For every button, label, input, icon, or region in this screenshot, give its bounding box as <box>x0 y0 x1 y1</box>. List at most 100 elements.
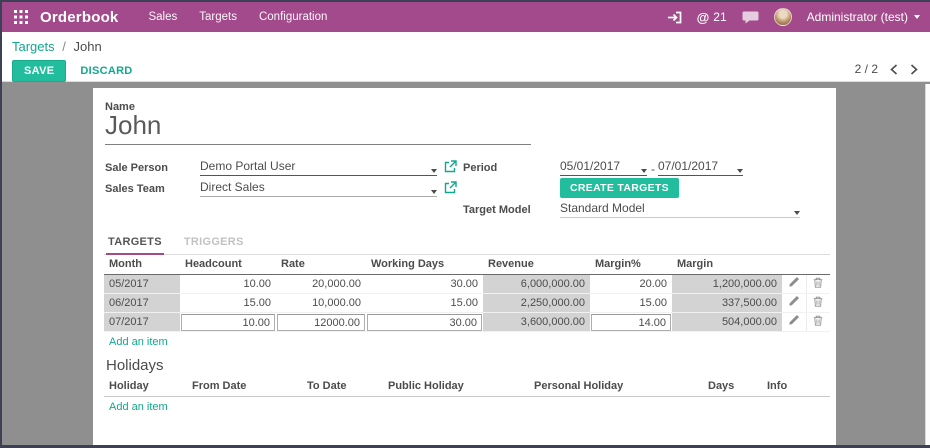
tab-triggers[interactable]: TRIGGERS <box>182 234 246 254</box>
menu-configuration[interactable]: Configuration <box>259 11 327 23</box>
sales-team-caret-icon[interactable] <box>431 190 437 194</box>
delete-row-button[interactable] <box>805 293 830 313</box>
form-action-buttons: SAVE DISCARD <box>12 60 920 82</box>
breadcrumb: Targets / John <box>12 39 920 54</box>
col-rate[interactable]: Rate <box>276 255 366 275</box>
cell-headcount-input[interactable]: 10.00 <box>180 312 276 332</box>
cell-revenue: 6,000,000.00 <box>483 274 590 294</box>
col-public-holiday[interactable]: Public Holiday <box>383 377 529 397</box>
login-arrow-icon[interactable] <box>667 11 682 24</box>
tab-targets[interactable]: TARGETS <box>106 234 164 255</box>
cell-margin: 1,200,000.00 <box>672 274 782 294</box>
top-navbar: Orderbook Sales Targets Configuration @ … <box>2 2 930 32</box>
discard-button[interactable]: DISCARD <box>74 61 138 81</box>
menu-sales[interactable]: Sales <box>148 11 177 23</box>
sales-team-value: Direct Sales <box>200 180 265 194</box>
vertical-scrollbar[interactable] <box>925 84 930 445</box>
period-label: Period <box>463 162 498 174</box>
col-margin-pct[interactable]: Margin% <box>590 255 672 275</box>
period-from-caret-icon[interactable] <box>641 169 647 173</box>
col-margin[interactable]: Margin <box>672 255 782 275</box>
app-title[interactable]: Orderbook <box>40 9 118 26</box>
table-row: 06/2017 15.00 10,000.00 15.00 2,250,000.… <box>104 293 830 313</box>
delete-row-button[interactable] <box>805 274 830 294</box>
cell-headcount[interactable]: 15.00 <box>180 293 276 313</box>
at-symbol: @ <box>696 9 710 25</box>
edit-row-button[interactable] <box>782 293 806 313</box>
col-revenue[interactable]: Revenue <box>483 255 590 275</box>
cell-month: 05/2017 <box>104 274 180 294</box>
col-working-days[interactable]: Working Days <box>366 255 483 275</box>
apps-grid-icon[interactable] <box>14 9 30 25</box>
pager-next-button[interactable] <box>910 63 918 75</box>
target-model-field[interactable]: Standard Model <box>560 201 800 218</box>
sale-person-external-link-icon[interactable] <box>444 160 457 173</box>
cell-headcount[interactable]: 10.00 <box>180 274 276 294</box>
col-days[interactable]: Days <box>703 377 762 397</box>
cell-revenue: 3,600,000.00 <box>483 312 590 332</box>
col-headcount[interactable]: Headcount <box>180 255 276 275</box>
name-input[interactable]: John <box>105 110 531 145</box>
edit-row-button[interactable] <box>782 312 806 332</box>
col-holiday[interactable]: Holiday <box>104 377 187 397</box>
user-menu-caret-icon <box>914 15 920 19</box>
cell-margin-pct-input[interactable]: 14.00 <box>590 312 672 332</box>
breadcrumb-separator: / <box>62 39 66 54</box>
targets-table: Month Headcount Rate Working Days Revenu… <box>104 255 830 332</box>
messages-bubble-icon[interactable] <box>742 11 759 24</box>
holidays-add-item-link[interactable]: Add an item <box>104 397 173 416</box>
pager-previous-button[interactable] <box>890 63 898 75</box>
period-from-field[interactable]: 05/01/2017 <box>560 159 647 176</box>
breadcrumb-current: John <box>73 39 102 54</box>
content-area: Name John Sale Person Demo Portal User S… <box>2 84 930 445</box>
targets-add-item-link[interactable]: Add an item <box>104 332 173 351</box>
user-avatar[interactable] <box>773 8 792 26</box>
edit-row-button[interactable] <box>782 274 806 294</box>
topbar-right: @ 21 Administrator (test) <box>667 8 920 26</box>
menu-targets[interactable]: Targets <box>199 11 237 23</box>
sale-person-field[interactable]: Demo Portal User <box>200 159 437 176</box>
create-targets-button[interactable]: CREATE TARGETS <box>560 178 679 198</box>
breadcrumb-targets-link[interactable]: Targets <box>12 39 55 54</box>
app-window: Orderbook Sales Targets Configuration @ … <box>0 0 930 448</box>
col-info[interactable]: Info <box>762 377 830 397</box>
sales-team-label: Sales Team <box>105 183 165 195</box>
target-model-label: Target Model <box>463 204 531 216</box>
sales-team-external-link-icon[interactable] <box>444 181 457 194</box>
targets-header-row: Month Headcount Rate Working Days Revenu… <box>104 255 830 275</box>
holidays-header-row: Holiday From Date To Date Public Holiday… <box>104 377 830 397</box>
cell-month: 06/2017 <box>104 293 180 313</box>
col-month[interactable]: Month <box>104 255 180 275</box>
user-menu[interactable]: Administrator (test) <box>807 10 920 24</box>
col-to-date[interactable]: To Date <box>302 377 383 397</box>
cell-margin-pct[interactable]: 20.00 <box>590 274 672 294</box>
period-to-caret-icon[interactable] <box>737 169 743 173</box>
holidays-title: Holidays <box>106 357 164 374</box>
activities-icon[interactable]: @ 21 <box>697 10 727 25</box>
period-to-field[interactable]: 07/01/2017 <box>658 159 743 176</box>
sales-team-field[interactable]: Direct Sales <box>200 180 437 197</box>
save-button[interactable]: SAVE <box>12 60 67 82</box>
cell-working-days[interactable]: 30.00 <box>366 274 483 294</box>
cell-rate[interactable]: 20,000.00 <box>276 274 366 294</box>
cell-margin-pct[interactable]: 15.00 <box>590 293 672 313</box>
period-from-value: 05/01/2017 <box>560 159 621 173</box>
cell-working-days-input[interactable]: 30.00 <box>366 312 483 332</box>
target-model-caret-icon[interactable] <box>794 211 800 215</box>
sale-person-caret-icon[interactable] <box>431 169 437 173</box>
col-delete <box>806 255 830 275</box>
main-menu: Sales Targets Configuration <box>148 11 327 23</box>
col-personal-holiday[interactable]: Personal Holiday <box>529 377 703 397</box>
col-from-date[interactable]: From Date <box>187 377 302 397</box>
delete-row-button[interactable] <box>805 312 830 332</box>
cell-margin: 504,000.00 <box>672 312 782 332</box>
cell-rate-input[interactable]: 12000.00 <box>276 312 366 332</box>
table-row-editing: 07/2017 10.00 12000.00 30.00 3,600,000.0… <box>104 312 830 332</box>
holidays-table: Holiday From Date To Date Public Holiday… <box>104 377 830 397</box>
cell-revenue: 2,250,000.00 <box>483 293 590 313</box>
cell-rate[interactable]: 10,000.00 <box>276 293 366 313</box>
notebook-area: TARGETS TRIGGERS Month Headcount Rate Wo… <box>104 234 830 416</box>
form-sheet: Name John Sale Person Demo Portal User S… <box>93 88 836 445</box>
activities-count: 21 <box>713 10 727 24</box>
cell-working-days[interactable]: 15.00 <box>366 293 483 313</box>
